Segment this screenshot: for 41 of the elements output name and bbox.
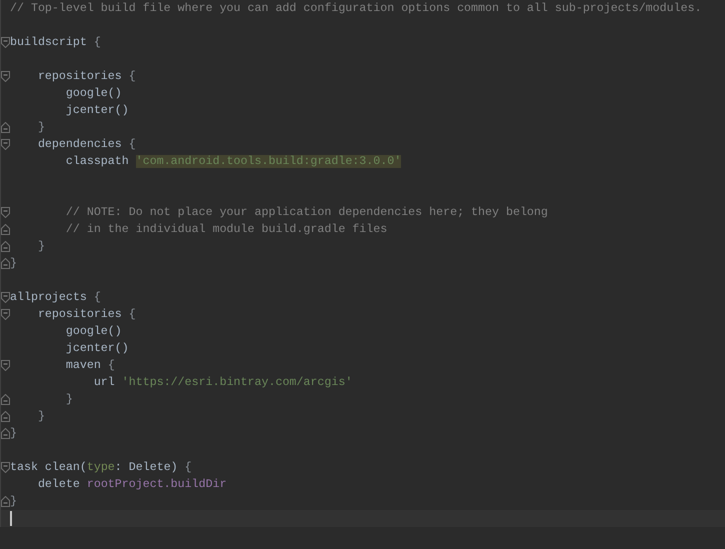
code-line: google() <box>64 86 123 102</box>
code-line: // Top-level build file where you can add configuration options common to all sub-projects/modules. <box>10 1 703 17</box>
code-line: // in the individual module build.gradle files <box>64 222 388 238</box>
fold-icon[interactable] <box>1 394 10 405</box>
code-line: buildscript { <box>10 35 102 51</box>
code-line: allprojects { <box>10 290 102 306</box>
code-line: repositories { <box>36 307 137 323</box>
code-line: task clean(type: Delete) { <box>10 460 193 476</box>
fold-icon[interactable] <box>1 207 10 218</box>
fold-icon[interactable] <box>1 122 10 133</box>
fold-icon[interactable] <box>1 71 10 82</box>
text-cursor <box>10 511 12 526</box>
code-line: jcenter() <box>64 341 130 357</box>
fold-icon[interactable] <box>1 139 10 150</box>
code-line: // NOTE: Do not place your application dependencies here; they belong <box>64 205 549 221</box>
code-line: url 'https://esri.bintray.com/arcgis' <box>92 375 354 391</box>
fold-icon[interactable] <box>1 309 10 320</box>
code-line: } <box>36 120 46 136</box>
fold-icon[interactable] <box>1 258 10 269</box>
fold-icon[interactable] <box>1 37 10 48</box>
fold-icon[interactable] <box>1 411 10 422</box>
code-line: } <box>36 409 46 425</box>
code-line: } <box>36 239 46 255</box>
code-line: } <box>10 494 18 510</box>
code-line: } <box>64 392 74 408</box>
code-line: repositories { <box>36 69 137 85</box>
code-line: delete rootProject.buildDir <box>36 477 228 493</box>
code-line: google() <box>64 324 123 340</box>
code-line: dependencies { <box>36 137 137 153</box>
code-line: } <box>10 426 18 442</box>
code-line: jcenter() <box>64 103 130 119</box>
code-line: classpath 'com.android.tools.build:gradle:3.0.0' <box>64 154 402 170</box>
fold-icon[interactable] <box>1 224 10 235</box>
fold-icon[interactable] <box>1 496 10 507</box>
code-line: } <box>10 256 18 272</box>
fold-icon[interactable] <box>1 428 10 439</box>
fold-icon[interactable] <box>1 241 10 252</box>
fold-icon[interactable] <box>1 292 10 303</box>
fold-icon[interactable] <box>1 462 10 473</box>
fold-icon[interactable] <box>1 360 10 371</box>
code-line: maven { <box>64 358 116 374</box>
